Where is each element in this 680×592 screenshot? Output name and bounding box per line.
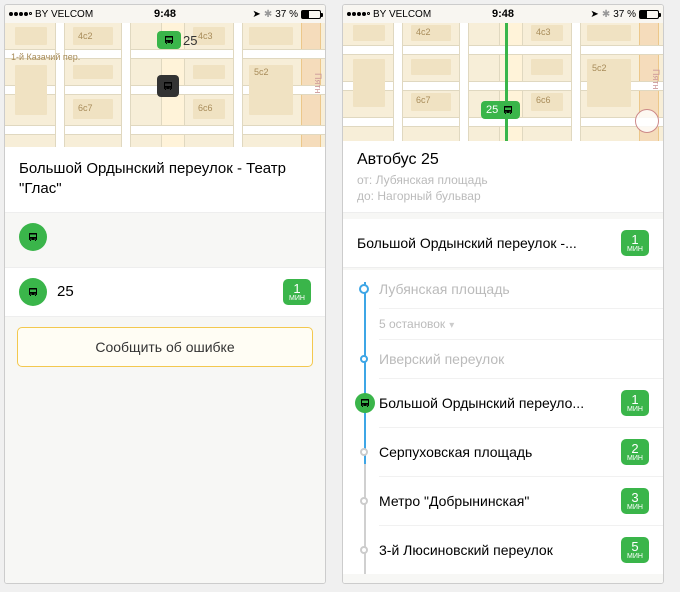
bus-marker[interactable]	[157, 31, 181, 49]
stop-dot-icon	[360, 546, 368, 554]
right-content: Автобус 25 от: Лубянская площадь до: Наг…	[343, 141, 663, 583]
bus-icon	[501, 103, 515, 117]
report-error-button[interactable]: Сообщить об ошибке	[17, 327, 313, 367]
bus-marker-number: 25	[486, 104, 498, 116]
stop-dot-icon	[360, 355, 368, 363]
bus-position-icon	[355, 393, 375, 413]
stop-marker[interactable]	[157, 75, 179, 97]
stops-timeline: Лубянская площадь 5 остановок▾ Иверский …	[343, 270, 663, 574]
carrier-label: BY VELCOM	[373, 9, 431, 20]
bus-icon	[19, 278, 47, 306]
signal-dots	[347, 12, 370, 16]
route-line	[505, 23, 508, 141]
eta-badge: 5МИН	[621, 537, 649, 563]
locate-button[interactable]	[635, 109, 659, 133]
street-label: 1-й Казачий пер.	[11, 52, 80, 62]
route-header: Автобус 25 от: Лубянская площадь до: Наг…	[343, 141, 663, 213]
eta-badge: 3МИН	[621, 488, 649, 514]
timeline-stop[interactable]: Метро "Добрынинская" 3МИН	[379, 477, 663, 526]
bus-marker[interactable]: 25	[481, 101, 520, 119]
battery-icon	[301, 10, 321, 19]
timeline-stop-current[interactable]: Большой Ордынский переуло... 1МИН	[379, 379, 663, 428]
street-label-vert: Пятн	[651, 69, 661, 89]
stop-dot-icon	[359, 284, 369, 294]
timeline-stop[interactable]: Лубянская площадь	[379, 270, 663, 309]
clock: 9:48	[154, 8, 176, 20]
stop-title: Большой Ордынский переулок - Театр "Глас…	[5, 147, 325, 213]
status-bar: BY VELCOM 9:48 ➤ ✱ 37 %	[5, 5, 325, 23]
bus-icon	[162, 33, 176, 47]
bluetooth-icon: ✱	[602, 9, 610, 20]
bus-type-badge[interactable]	[19, 223, 47, 251]
phone-right: BY VELCOM 9:48 ➤ ✱ 37 % 4c2 4c3 5c2 6c7	[342, 4, 664, 584]
eta-badge: 1 МИН	[283, 279, 311, 305]
route-number: 25	[57, 283, 283, 300]
battery-icon	[639, 10, 659, 19]
battery-pct: 37 %	[613, 9, 636, 20]
current-stop-row[interactable]: Большой Ордынский переулок -... 1МИН	[343, 219, 663, 268]
street-label-vert: Пятн	[313, 73, 323, 93]
route-title: Автобус 25	[357, 151, 649, 169]
phone-left: BY VELCOM 9:48 ➤ ✱ 37 % 1-й Казачий пер.…	[4, 4, 326, 584]
eta-badge: 1МИН	[621, 390, 649, 416]
chevron-down-icon: ▾	[449, 320, 454, 331]
stop-dot-icon	[360, 497, 368, 505]
signal-dots	[9, 12, 32, 16]
eta-badge: 2МИН	[621, 439, 649, 465]
timeline-stop[interactable]: Серпуховская площадь 2МИН	[379, 428, 663, 477]
map-area[interactable]: 1-й Казачий пер. Пятн 4c2 4c3 5c2 6c7 6c…	[5, 23, 325, 147]
timeline-collapsed[interactable]: 5 остановок▾	[379, 309, 663, 340]
stop-dot-icon	[360, 448, 368, 456]
battery-pct: 37 %	[275, 9, 298, 20]
route-row[interactable]: 25 1 МИН	[5, 267, 325, 317]
left-content: Большой Ордынский переулок - Театр "Глас…	[5, 147, 325, 583]
bus-marker-number: 25	[183, 33, 197, 48]
timeline-stop[interactable]: 3-й Люсиновский переулок 5МИН	[379, 526, 663, 574]
stop-icon	[162, 80, 174, 92]
status-bar: BY VELCOM 9:48 ➤ ✱ 37 %	[343, 5, 663, 23]
clock: 9:48	[492, 8, 514, 20]
timeline-stop[interactable]: Иверский переулок	[379, 340, 663, 379]
location-icon: ➤	[590, 9, 598, 20]
location-icon: ➤	[252, 9, 260, 20]
current-stop-name: Большой Ордынский переулок -...	[357, 235, 621, 251]
bus-icon	[27, 231, 39, 243]
carrier-label: BY VELCOM	[35, 9, 93, 20]
bluetooth-icon: ✱	[264, 9, 272, 20]
eta-badge: 1МИН	[621, 230, 649, 256]
map-area[interactable]: 4c2 4c3 5c2 6c7 6c6 Пятн 25	[343, 23, 663, 141]
